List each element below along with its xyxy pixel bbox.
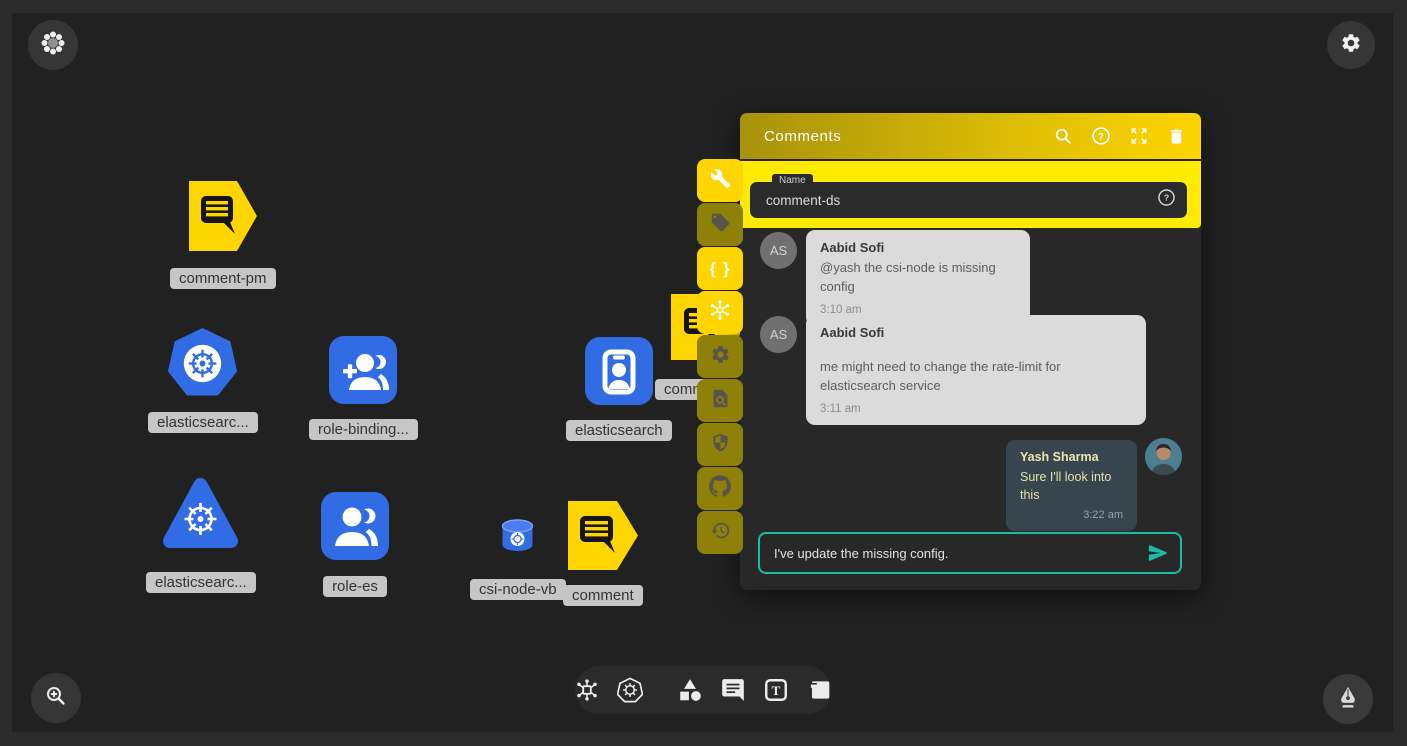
shield-icon bbox=[710, 432, 731, 458]
node-label: elasticsearc... bbox=[148, 412, 258, 433]
comments-panel: Comments ? Name bbox=[740, 113, 1201, 590]
settings-button-toolbar[interactable] bbox=[697, 335, 743, 378]
message-author: Aabid Sofi bbox=[820, 325, 1132, 340]
avatar-photo bbox=[1145, 438, 1182, 475]
search-icon[interactable] bbox=[1052, 126, 1073, 147]
pen-nib-icon bbox=[1334, 683, 1362, 716]
security-button[interactable] bbox=[697, 423, 743, 466]
node-label: comment bbox=[563, 585, 643, 606]
message-time: 3:10 am bbox=[820, 304, 1016, 316]
role-binding-icon bbox=[329, 336, 397, 409]
tag-button[interactable] bbox=[697, 203, 743, 246]
tag-icon bbox=[710, 212, 731, 238]
mesh-icon bbox=[708, 298, 732, 327]
expand-icon[interactable] bbox=[1128, 126, 1149, 147]
history-icon bbox=[710, 520, 731, 546]
panel-title: Comments bbox=[764, 128, 841, 145]
node-label: elasticsearc... bbox=[146, 572, 256, 593]
app-logo-button[interactable] bbox=[28, 20, 78, 70]
node-role-es[interactable]: role-es bbox=[321, 492, 389, 597]
comment-tool-button[interactable] bbox=[720, 677, 746, 703]
github-button[interactable] bbox=[697, 467, 743, 510]
name-field[interactable]: Name ? bbox=[750, 182, 1187, 218]
message-text: Sure I'll look into this bbox=[1020, 468, 1123, 504]
node-label: elasticsearch bbox=[566, 420, 672, 441]
text-tool-button[interactable]: T bbox=[763, 677, 789, 703]
service-account-icon bbox=[585, 337, 653, 410]
comment-input[interactable] bbox=[760, 546, 1146, 561]
node-label: csi-node-vb bbox=[470, 579, 566, 600]
wrench-icon bbox=[710, 168, 731, 194]
message-bubble: Aabid Sofi @yash the csi-node is missing… bbox=[806, 230, 1030, 326]
mesh-button[interactable] bbox=[697, 291, 743, 334]
node-elasticsearch-deployment[interactable]: elasticsearc... bbox=[148, 328, 258, 433]
image-tool-button[interactable] bbox=[806, 677, 832, 703]
message-author: Yash Sharma bbox=[1020, 450, 1123, 464]
node-comment[interactable]: comment bbox=[563, 501, 643, 606]
pen-tool-button[interactable] bbox=[1323, 674, 1373, 724]
node-actions-toolbar: { } bbox=[697, 159, 743, 554]
role-icon bbox=[321, 492, 389, 565]
name-field-label: Name bbox=[772, 174, 813, 188]
message-text: me might need to change the rate-limit f… bbox=[820, 358, 1132, 396]
messages-list[interactable]: AS Aabid Sofi @yash the csi-node is miss… bbox=[740, 228, 1201, 590]
comment-shape-icon bbox=[189, 181, 257, 256]
message-author: Aabid Sofi bbox=[820, 240, 1016, 255]
svg-text:T: T bbox=[772, 683, 781, 698]
storage-cylinder-icon bbox=[501, 519, 534, 558]
node-label: role-binding... bbox=[309, 419, 418, 440]
node-role-binding[interactable]: role-binding... bbox=[309, 336, 418, 440]
node-label: role-es bbox=[323, 576, 387, 597]
svg-text:?: ? bbox=[1164, 193, 1169, 203]
zoom-in-icon bbox=[44, 684, 68, 713]
comments-panel-header[interactable]: Comments ? bbox=[740, 113, 1201, 159]
node-elasticsearch-pod[interactable]: elasticsearc... bbox=[146, 477, 256, 593]
message-text: @yash the csi-node is missing config bbox=[820, 259, 1016, 297]
comment-input-row bbox=[758, 532, 1182, 574]
json-config-button[interactable]: { } bbox=[697, 247, 743, 290]
name-input[interactable] bbox=[750, 193, 1157, 208]
message-bubble: Yash Sharma Sure I'll look into this 3:2… bbox=[1006, 440, 1137, 531]
node-csi-node-vb[interactable]: csi-node-vb bbox=[470, 519, 566, 600]
comment-shape-icon bbox=[568, 501, 638, 575]
braces-icon: { } bbox=[710, 259, 731, 279]
gear-icon bbox=[710, 344, 731, 370]
zoom-button[interactable] bbox=[31, 673, 81, 723]
canvas-tools-toolbar: T bbox=[575, 666, 831, 714]
send-icon[interactable] bbox=[1146, 541, 1170, 565]
kubernetes-tool-button[interactable] bbox=[617, 677, 643, 703]
node-comment-pm[interactable]: comment-pm bbox=[170, 181, 276, 289]
message-time: 3:11 am bbox=[820, 403, 1132, 415]
circuit-tool-button[interactable] bbox=[574, 677, 600, 703]
app-logo-icon bbox=[40, 30, 66, 61]
history-button[interactable] bbox=[697, 511, 743, 554]
shapes-tool-button[interactable] bbox=[677, 677, 703, 703]
message-time: 3:22 am bbox=[1020, 509, 1123, 521]
kubernetes-triangle-icon bbox=[160, 477, 241, 562]
node-label: comment-pm bbox=[170, 268, 276, 289]
doc-search-icon bbox=[710, 388, 731, 414]
inspect-doc-button[interactable] bbox=[697, 379, 743, 422]
settings-button[interactable] bbox=[1327, 21, 1375, 69]
name-field-section: Name ? bbox=[740, 159, 1201, 228]
kubernetes-heptagon-icon bbox=[167, 328, 238, 404]
avatar: AS bbox=[760, 316, 797, 353]
field-help-icon[interactable]: ? bbox=[1157, 188, 1176, 212]
help-icon[interactable]: ? bbox=[1090, 126, 1111, 147]
github-icon bbox=[709, 475, 731, 502]
configure-button[interactable] bbox=[697, 159, 743, 202]
message-bubble: Aabid Sofi me might need to change the r… bbox=[806, 315, 1146, 425]
delete-icon[interactable] bbox=[1166, 126, 1187, 147]
svg-text:?: ? bbox=[1098, 132, 1104, 143]
avatar: AS bbox=[760, 232, 797, 269]
gear-icon bbox=[1340, 32, 1362, 59]
